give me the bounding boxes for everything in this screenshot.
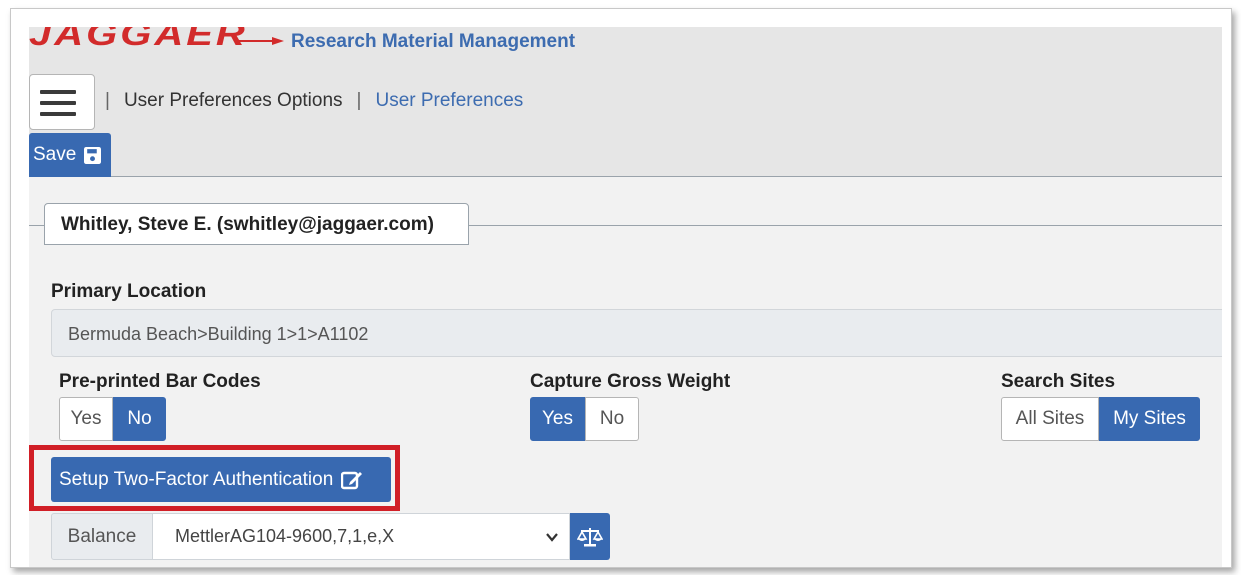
hamburger-icon <box>40 90 76 94</box>
menu-toggle-button[interactable] <box>29 74 95 130</box>
gross-weight-toggle: Yes No <box>530 397 639 441</box>
all-sites-option[interactable]: All Sites <box>1001 397 1099 441</box>
balance-input-group: Balance MettlerAG104-9600,7,1,e,X <box>51 513 610 560</box>
save-label: Save <box>33 144 77 165</box>
gross-weight-label: Capture Gross Weight <box>530 371 731 392</box>
barcodes-yes-option[interactable]: Yes <box>59 397 113 441</box>
primary-location-field[interactable]: Bermuda Beach>Building 1>1>A1102 <box>51 309 1222 357</box>
primary-location-label: Primary Location <box>51 281 207 302</box>
edit-icon <box>341 471 363 489</box>
breadcrumb-separator: | <box>356 90 362 111</box>
barcodes-toggle: Yes No <box>59 397 166 441</box>
barcodes-label: Pre-printed Bar Codes <box>59 371 261 392</box>
gross-weight-yes-option[interactable]: Yes <box>530 397 585 441</box>
user-tab[interactable]: Whitley, Steve E. (swhitley@jaggaer.com) <box>44 203 469 245</box>
search-sites-toggle: All Sites My Sites <box>1001 397 1200 441</box>
breadcrumb-section[interactable]: User Preferences Options <box>124 90 343 112</box>
breadcrumb-current[interactable]: User Preferences <box>375 90 523 112</box>
two-factor-label: Setup Two-Factor Authentication <box>59 468 334 490</box>
balance-label: Balance <box>51 513 153 560</box>
breadcrumb: | User Preferences Options | User Prefer… <box>105 90 523 112</box>
balance-scale-button[interactable] <box>570 513 610 560</box>
chevron-down-icon <box>546 533 558 542</box>
save-button[interactable]: Save <box>29 133 111 177</box>
setup-two-factor-button[interactable]: Setup Two-Factor Authentication <box>51 457 391 502</box>
jaggaer-logo: JAGGAER <box>29 27 248 53</box>
balance-selected-value: MettlerAG104-9600,7,1,e,X <box>175 526 395 546</box>
floppy-disk-icon <box>84 146 102 164</box>
breadcrumb-separator: | <box>105 90 110 111</box>
barcodes-no-option[interactable]: No <box>113 397 166 441</box>
balance-select[interactable]: MettlerAG104-9600,7,1,e,X <box>153 513 570 560</box>
scale-icon <box>577 527 603 546</box>
search-sites-label: Search Sites <box>1001 371 1116 392</box>
app-window: JAGGAER Research Material Management | U… <box>29 27 1222 567</box>
my-sites-option[interactable]: My Sites <box>1099 397 1200 441</box>
app-title: Research Material Management <box>291 31 576 52</box>
screenshot-frame: JAGGAER Research Material Management | U… <box>10 8 1232 568</box>
logo-arrow-icon <box>234 37 284 45</box>
gross-weight-no-option[interactable]: No <box>585 397 639 441</box>
